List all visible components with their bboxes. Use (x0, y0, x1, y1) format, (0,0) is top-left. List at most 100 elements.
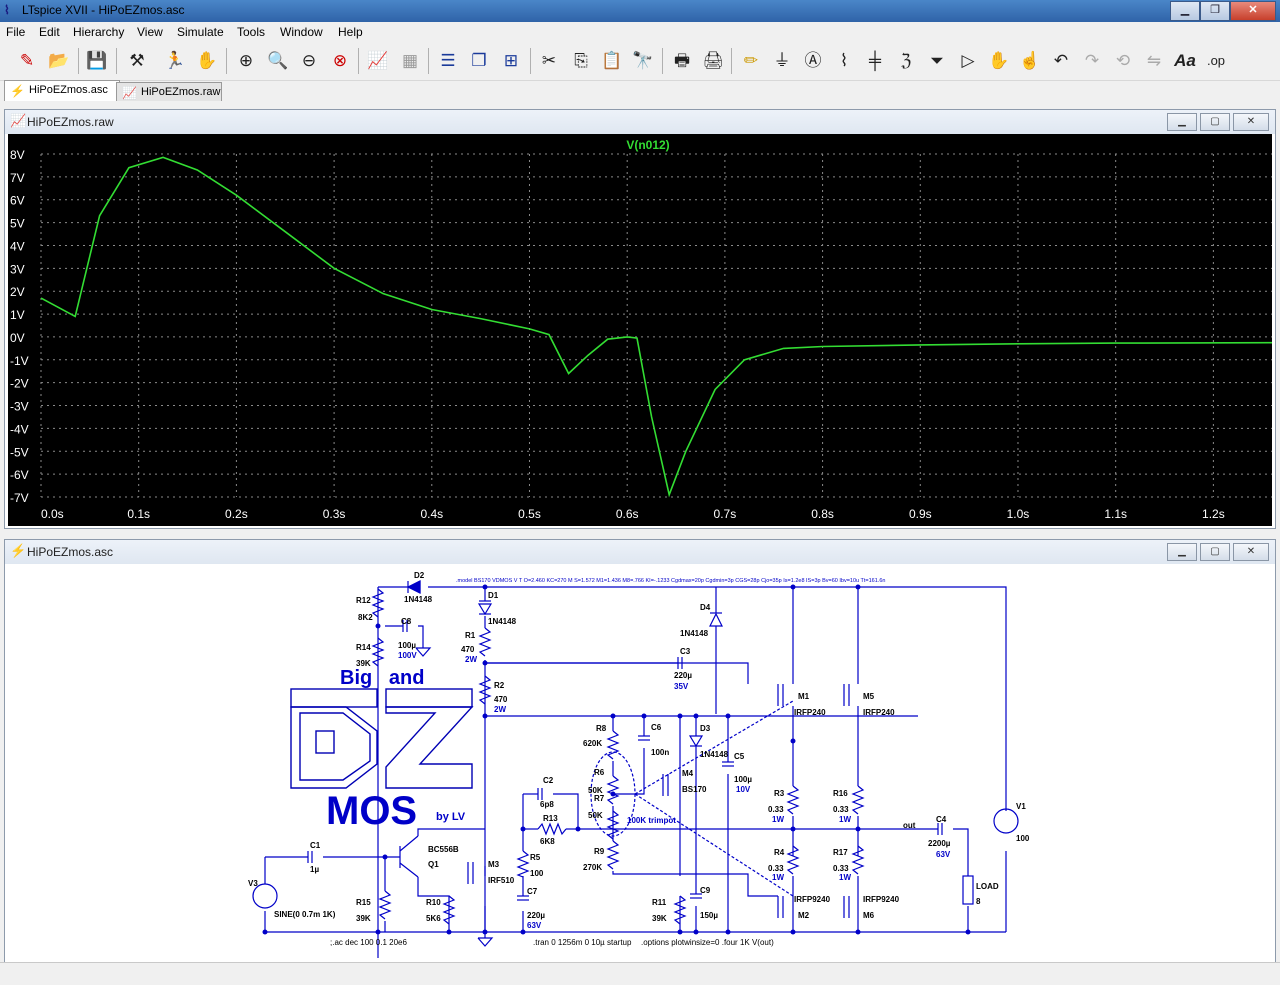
save-icon[interactable]: 💾 (84, 48, 110, 74)
label-r6[interactable]: R6 (594, 768, 605, 777)
value-v3[interactable]: SINE(0 0.7m 1K) (274, 910, 336, 919)
label-c9[interactable]: C9 (700, 886, 711, 895)
label-c5[interactable]: C5 (734, 752, 745, 761)
label-r2[interactable]: R2 (494, 681, 505, 690)
label-r17[interactable]: R17 (833, 848, 848, 857)
trace-label[interactable]: V(n012) (626, 138, 669, 152)
label-m1[interactable]: M1 (798, 692, 810, 701)
menu-view[interactable]: View (137, 25, 163, 39)
tran-directive[interactable]: .tran 0 1256m 0 10µ startup (533, 938, 632, 947)
close-button[interactable]: ✕ (1233, 543, 1269, 561)
value-r4[interactable]: 0.33 (768, 864, 784, 873)
ac-directive[interactable]: ;.ac dec 100 0.1 20e6 (330, 938, 408, 947)
control-panel-icon[interactable]: ⚒ (124, 48, 150, 74)
label-c2[interactable]: C2 (543, 776, 554, 785)
capacitor-icon[interactable]: ╪ (862, 48, 888, 74)
label-c1[interactable]: C1 (310, 841, 321, 850)
value-c7[interactable]: 220µ (527, 911, 545, 920)
label-m6[interactable]: M6 (863, 911, 875, 920)
value-r12[interactable]: 8K2 (358, 613, 373, 622)
resistor-icon[interactable]: ⌇ (831, 48, 857, 74)
draw-wire-icon[interactable]: ✏ (738, 48, 764, 74)
label-m4[interactable]: M4 (682, 769, 694, 778)
rating-c8[interactable]: 100V (398, 651, 417, 660)
maximize-button[interactable]: ▢ (1200, 113, 1230, 131)
value-c1[interactable]: 1µ (310, 865, 319, 874)
rating-c7[interactable]: 63V (527, 921, 542, 930)
tab-waveform[interactable]: 📈 HiPoEZmos.raw (116, 82, 222, 101)
label-r11[interactable]: R11 (652, 898, 667, 907)
value-d2[interactable]: 1N4148 (404, 595, 433, 604)
label-r14[interactable]: R14 (356, 643, 371, 652)
rating-c5[interactable]: 10V (736, 785, 751, 794)
label-d1[interactable]: D1 (488, 591, 499, 600)
value-r17[interactable]: 0.33 (833, 864, 849, 873)
value-m1[interactable]: IRFP240 (794, 708, 826, 717)
value-d1[interactable]: 1N4148 (488, 617, 517, 626)
value-r15[interactable]: 39K (356, 914, 371, 923)
rating-c4[interactable]: 63V (936, 850, 951, 859)
trimpot-label[interactable]: 100K trimpot (627, 816, 676, 825)
maximize-button[interactable]: ▢ (1200, 543, 1230, 561)
mirror-icon[interactable]: ⇋ (1141, 48, 1167, 74)
value-r9[interactable]: 270K (583, 863, 602, 872)
print-icon[interactable]: 🖶 (669, 48, 695, 74)
options-directive[interactable]: .options plotwinsize=0 .four 1K V(out) (641, 938, 774, 947)
close-button[interactable]: ✕ (1230, 1, 1276, 21)
new-schematic-icon[interactable]: ✎ (14, 48, 40, 74)
minimize-button[interactable]: ▁ (1167, 543, 1197, 561)
rating-r16[interactable]: 1W (839, 815, 851, 824)
label-q1[interactable]: Q1 (428, 860, 439, 869)
label-r15[interactable]: R15 (356, 898, 371, 907)
label-m2[interactable]: M2 (798, 911, 810, 920)
menu-simulate[interactable]: Simulate (177, 25, 224, 39)
undo-icon[interactable]: ↶ (1048, 48, 1074, 74)
label-v3[interactable]: V3 (248, 879, 258, 888)
label-c7[interactable]: C7 (527, 887, 538, 896)
tile-vertical-icon[interactable]: ⊞ (498, 48, 524, 74)
value-d4[interactable]: 1N4148 (680, 629, 709, 638)
tab-schematic[interactable]: ⚡ HiPoEZmos.asc (4, 80, 120, 101)
label-r7[interactable]: R7 (594, 794, 605, 803)
label-d2[interactable]: D2 (414, 571, 425, 580)
rating-r17[interactable]: 1W (839, 873, 851, 882)
value-c8[interactable]: 100µ (398, 641, 416, 650)
value-q1[interactable]: BC556B (428, 845, 459, 854)
redo-icon[interactable]: ↷ (1079, 48, 1105, 74)
zoom-full-icon[interactable]: ▦ (397, 48, 423, 74)
value-r7[interactable]: 50K (588, 811, 603, 820)
menu-tools[interactable]: Tools (237, 25, 265, 39)
label-c3[interactable]: C3 (680, 647, 691, 656)
value-m4[interactable]: BS170 (682, 785, 707, 794)
label-r3[interactable]: R3 (774, 789, 785, 798)
value-r8[interactable]: 620K (583, 739, 602, 748)
label-m5[interactable]: M5 (863, 692, 875, 701)
open-icon[interactable]: 📂 (46, 48, 72, 74)
label-d4[interactable]: D4 (700, 603, 711, 612)
label-c6[interactable]: C6 (651, 723, 662, 732)
zoom-in-icon[interactable]: ⊕ (233, 48, 259, 74)
restore-button[interactable]: ❐ (1200, 1, 1230, 21)
menu-file[interactable]: File (6, 25, 25, 39)
waveform-plot[interactable]: 8V7V6V5V4V3V2V1V0V-1V-2V-3V-4V-5V-6V-7V … (8, 134, 1272, 526)
menu-window[interactable]: Window (280, 25, 323, 39)
menu-edit[interactable]: Edit (39, 25, 60, 39)
value-load[interactable]: 8 (976, 897, 981, 906)
label-c4[interactable]: C4 (936, 815, 947, 824)
value-c3[interactable]: 220µ (674, 671, 692, 680)
label-r16[interactable]: R16 (833, 789, 848, 798)
rating-r4[interactable]: 1W (772, 873, 784, 882)
label-d3[interactable]: D3 (700, 724, 711, 733)
cut-icon[interactable]: ✂ (536, 48, 562, 74)
value-r3[interactable]: 0.33 (768, 805, 784, 814)
label-m3[interactable]: M3 (488, 860, 500, 869)
inductor-icon[interactable]: ℨ (893, 48, 919, 74)
value-r5[interactable]: 100 (530, 869, 544, 878)
label-r8[interactable]: R8 (596, 724, 607, 733)
value-c5[interactable]: 100µ (734, 775, 752, 784)
value-m3[interactable]: IRF510 (488, 876, 515, 885)
move-icon[interactable]: ✋ (986, 48, 1012, 74)
minimize-button[interactable]: ▁ (1167, 113, 1197, 131)
value-m6[interactable]: IRFP9240 (863, 895, 900, 904)
drag-icon[interactable]: ☝ (1017, 48, 1043, 74)
